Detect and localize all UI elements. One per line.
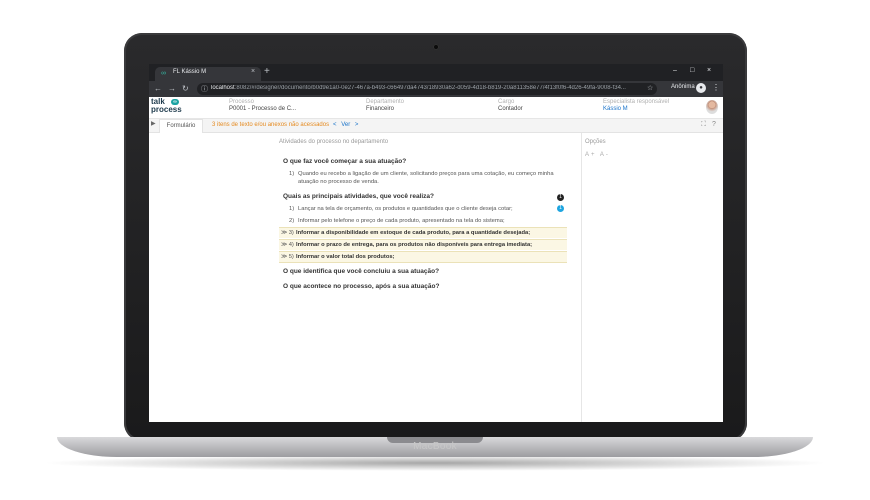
info-badge[interactable]: 1 — [557, 205, 564, 212]
sidebar-expand-icon[interactable]: ▶ — [151, 120, 156, 127]
restore-button[interactable]: □ — [690, 66, 694, 76]
tab-close-icon[interactable]: × — [251, 68, 255, 75]
options-title: Opções — [585, 139, 606, 145]
back-arrow-icon[interactable]: ← — [154, 84, 162, 94]
options-divider — [581, 133, 582, 422]
form-tabbar: ▶ Formulário 3 itens de texto e/ou anexo… — [149, 119, 723, 133]
unread-notice: 3 itens de texto e/ou anexos não acessad… — [212, 122, 330, 128]
tab-formulario[interactable]: Formulário — [159, 119, 203, 133]
tab-title: FL Kássio M — [173, 69, 207, 75]
forward-arrow-icon[interactable]: → — [168, 84, 176, 94]
browser-menu-icon[interactable]: ⋮ — [712, 83, 720, 93]
answer-number: 1) — [289, 171, 295, 177]
department-value: Financeiro — [366, 106, 395, 112]
info-icon[interactable]: ⓘ — [201, 84, 208, 94]
answer-number: 1) — [289, 206, 295, 212]
highlighted-answer[interactable]: ≫ 4) Informar o prazo de entrega, para o… — [279, 239, 567, 250]
bookmark-star-icon[interactable]: ☆ — [647, 84, 653, 92]
device-brand: MacBook — [413, 441, 457, 452]
question-4: O que acontece no processo, após a sua a… — [283, 283, 440, 290]
logo-text-bottom: process — [151, 105, 182, 114]
address-bar[interactable]: ⓘ localhost:8082/#/designer/documento/b0… — [197, 83, 657, 95]
profile-label[interactable]: Anônima — [671, 84, 695, 90]
font-size-controls[interactable]: A+ A- — [585, 152, 610, 158]
question-2: Quais as principais atividades, que você… — [283, 193, 435, 200]
department-label: Departamento — [366, 99, 405, 105]
answer-text: Informar o prazo de entrega, para os pro… — [296, 242, 533, 248]
process-label: Processo — [229, 99, 255, 105]
screen: ∞ FL Kássio M × + – □ × ← → ↻ ⓘ localhos… — [149, 64, 723, 422]
process-value: P0001 - Processo de C... — [229, 106, 297, 112]
answer-text: Informar o valor total dos produtos; — [296, 254, 395, 260]
specialist-label: Especialista responsável — [603, 99, 670, 105]
minimize-button[interactable]: – — [673, 66, 677, 76]
fullscreen-icon[interactable]: ⛶ — [701, 121, 706, 129]
comment-badge[interactable]: 1 — [557, 194, 564, 201]
browser-tab[interactable]: ∞ FL Kássio M × — [155, 67, 261, 81]
left-pane — [149, 133, 279, 422]
notice-prev-button[interactable]: < — [333, 122, 337, 128]
answer-text: Quando eu recebo a ligação de um cliente… — [298, 171, 554, 185]
section-title: Atividades do processo no departamento — [279, 139, 389, 145]
laptop-shadow — [40, 455, 830, 471]
answer-text: Lançar na tela de orçamento, os produtos… — [298, 206, 513, 212]
form-content: Atividades do processo no departamento O… — [279, 133, 581, 422]
close-window-button[interactable]: × — [707, 66, 711, 76]
browser-toolbar: ← → ↻ ⓘ localhost:8082/#/designer/docume… — [149, 81, 723, 97]
specialist-link[interactable]: Kássio M — [603, 106, 628, 112]
notice-next-button[interactable]: > — [355, 122, 359, 128]
help-icon[interactable]: ? — [712, 121, 716, 128]
reload-icon[interactable]: ↻ — [182, 84, 189, 94]
url-text: localhost:8082/#/designer/documento/b0d9… — [211, 85, 626, 91]
talkprocess-logo[interactable]: talk process ∞ — [151, 98, 191, 117]
answer-text: Informar a disponibilidade em estoque de… — [296, 230, 531, 236]
browser-tabstrip: ∞ FL Kássio M × + – □ × — [149, 64, 723, 81]
question-3: O que identifica que você concluiu a sua… — [283, 268, 440, 275]
answer-number: ≫ 4) — [281, 242, 294, 248]
role-label: Cargo — [498, 99, 515, 105]
notice-navigation: < Ver > — [333, 122, 358, 128]
highlighted-answer[interactable]: ≫ 3) Informar a disponibilidade em estoq… — [279, 227, 567, 238]
answer-number: ≫ 3) — [281, 230, 294, 236]
app-header: talk process ∞ Processo P0001 - Processo… — [149, 97, 723, 119]
webcam — [433, 44, 439, 50]
answer-number: 2) — [289, 218, 295, 224]
answer-text: Informar pelo telefone o preço de cada p… — [298, 218, 505, 224]
question-1: O que faz você começar a sua atuação? — [283, 158, 407, 165]
talkprocess-favicon-icon: ∞ — [161, 70, 166, 77]
incognito-icon[interactable]: ● — [696, 83, 706, 93]
notice-ver-link[interactable]: Ver — [341, 122, 350, 128]
role-value: Contador — [498, 106, 523, 112]
highlighted-answer[interactable]: ≫ 5) Informar o valor total dos produtos… — [279, 251, 567, 263]
user-avatar[interactable] — [706, 100, 718, 114]
new-tab-button[interactable]: + — [264, 66, 270, 78]
logo-infinity-icon: ∞ — [171, 99, 179, 105]
answer-number: ≫ 5) — [281, 254, 294, 260]
